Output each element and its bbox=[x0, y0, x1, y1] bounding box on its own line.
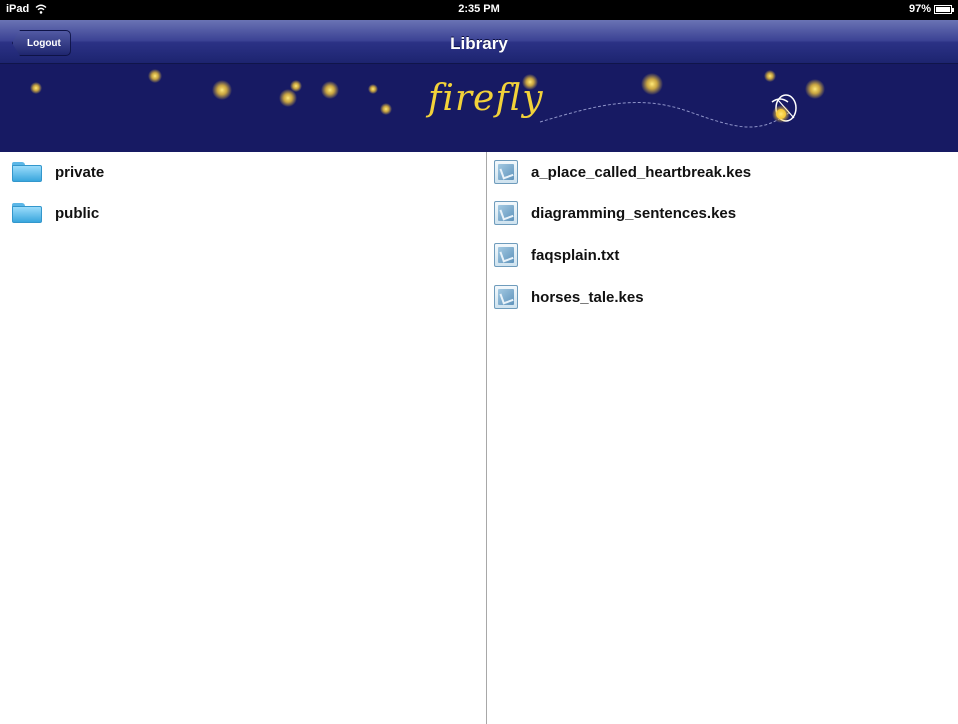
document-icon bbox=[494, 285, 518, 309]
list-item-file[interactable]: faqsplain.txt bbox=[494, 235, 619, 275]
firefly-glow bbox=[212, 80, 232, 100]
firefly-glow bbox=[380, 103, 392, 115]
folder-label: public bbox=[55, 204, 100, 222]
list-item-file[interactable]: horses_tale.kes bbox=[494, 277, 644, 317]
file-label: horses_tale.kes bbox=[531, 288, 644, 306]
firefly-glow bbox=[805, 79, 825, 99]
firefly-banner: firefly bbox=[0, 64, 958, 152]
firefly-glow bbox=[641, 73, 663, 95]
firefly-icon bbox=[771, 94, 797, 123]
flight-trail bbox=[539, 102, 791, 128]
battery-icon bbox=[934, 4, 954, 14]
folder-list: private public bbox=[0, 152, 486, 724]
list-item-file[interactable]: diagramming_sentences.kes bbox=[494, 193, 736, 233]
file-label: diagramming_sentences.kes bbox=[531, 204, 737, 222]
folder-label: private bbox=[55, 163, 105, 181]
file-label: faqsplain.txt bbox=[531, 246, 620, 264]
folder-icon bbox=[12, 162, 42, 182]
battery-indicator: 97% bbox=[908, 3, 954, 15]
firefly-glow bbox=[368, 84, 378, 94]
folder-icon bbox=[12, 203, 42, 223]
file-label: a_place_called_heartbreak.kes bbox=[531, 163, 752, 181]
firefly-glow bbox=[290, 80, 302, 92]
battery-percent: 97% bbox=[908, 3, 931, 15]
file-list: a_place_called_heartbreak.kes diagrammin… bbox=[487, 152, 958, 724]
list-item-public[interactable]: public bbox=[12, 193, 99, 233]
firefly-glow bbox=[30, 82, 42, 94]
document-icon bbox=[494, 160, 518, 184]
document-icon bbox=[494, 201, 518, 225]
firefly-logo: firefly bbox=[428, 78, 544, 119]
list-item-file[interactable]: a_place_called_heartbreak.kes bbox=[494, 152, 751, 192]
firefly-glow bbox=[321, 81, 339, 99]
firefly-glow bbox=[764, 70, 776, 82]
document-icon bbox=[494, 243, 518, 267]
firefly-glow bbox=[148, 69, 162, 83]
navigation-bar: Logout Library bbox=[0, 20, 958, 64]
status-time: 2:35 PM bbox=[458, 3, 500, 15]
list-item-private[interactable]: private bbox=[12, 152, 104, 192]
status-bar: iPad 2:35 PM 97% bbox=[0, 0, 958, 20]
page-title: Library bbox=[450, 34, 508, 53]
